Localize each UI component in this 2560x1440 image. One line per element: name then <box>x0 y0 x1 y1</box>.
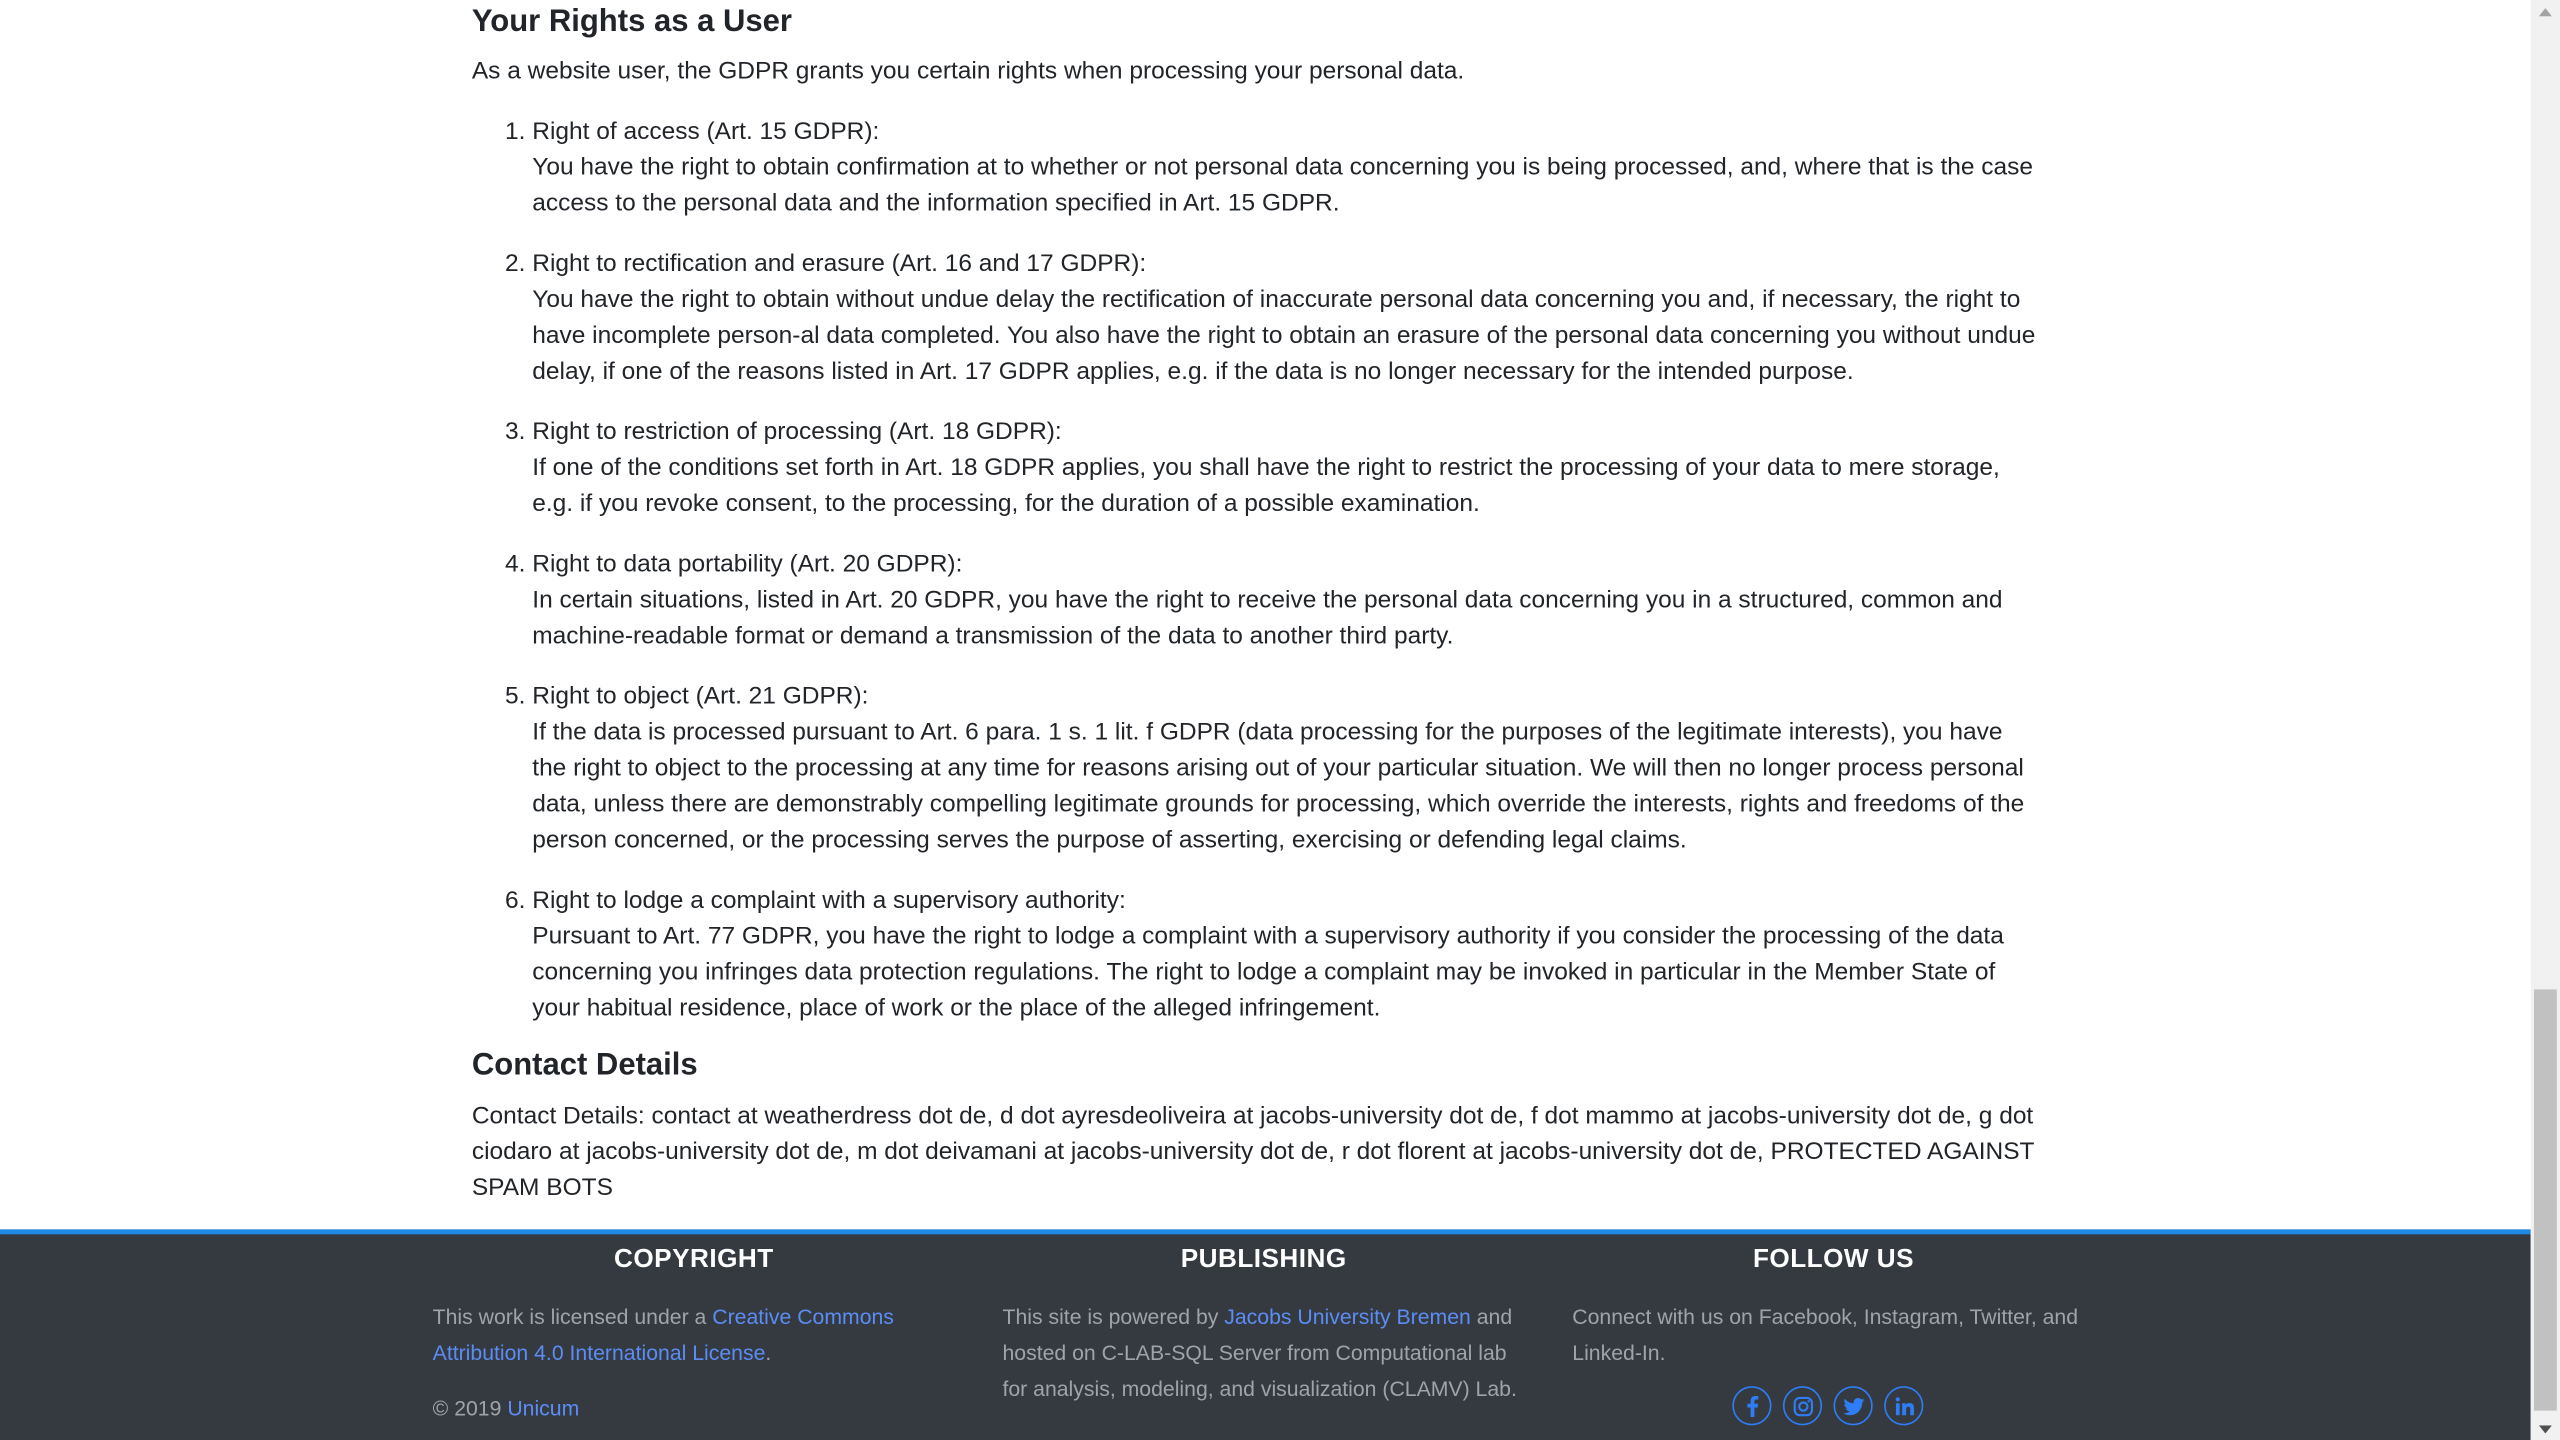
right-text: If one of the conditions set forth in Ar… <box>532 453 2000 518</box>
follow-text: Connect with us on Facebook, Instagram, … <box>1572 1304 2079 1365</box>
facebook-icon[interactable] <box>1732 1386 1772 1426</box>
right-text: You have the right to obtain confirmatio… <box>532 153 2034 218</box>
contact-heading: Contact Details <box>471 1048 698 1083</box>
page-main: Your Rights as a User As a website user,… <box>0 0 2531 1440</box>
list-item: Right to data portability (Art. 20 GDPR)… <box>532 547 2041 655</box>
right-title: Right to rectification and erasure (Art.… <box>532 249 1147 278</box>
right-title: Right to lodge a complaint with a superv… <box>532 886 1126 915</box>
linkedin-glyph <box>1894 1396 1914 1415</box>
license-text-before: This work is licensed under a <box>432 1304 713 1330</box>
chevron-down-icon <box>2538 1424 2552 1433</box>
scrollbar-thumb[interactable] <box>2533 989 2557 1411</box>
list-item: Right of access (Art. 15 GDPR): You have… <box>532 114 2041 222</box>
list-item: Right to object (Art. 21 GDPR): If the d… <box>532 679 2041 859</box>
right-title: Right of access (Art. 15 GDPR): <box>532 117 880 146</box>
twitter-icon[interactable] <box>1833 1386 1873 1426</box>
right-text: You have the right to obtain without und… <box>532 285 2036 386</box>
scroll-down-arrow[interactable] <box>2531 1417 2560 1440</box>
publishing-heading: PUBLISHING <box>1180 1245 1347 1274</box>
instagram-icon[interactable] <box>1782 1386 1823 1426</box>
list-item: Right to rectification and erasure (Art.… <box>532 247 2041 391</box>
right-title: Right to restriction of processing (Art.… <box>532 417 1062 446</box>
linkedin-icon[interactable] <box>1884 1386 1924 1426</box>
rights-heading: Your Rights as a User <box>471 4 792 40</box>
contact-text: Contact Details: contact at weatherdress… <box>471 1102 2035 1202</box>
vertical-scrollbar[interactable] <box>2530 0 2560 1440</box>
social-links <box>1732 1386 1924 1426</box>
twitter-glyph <box>1842 1397 1864 1415</box>
publishing-text: This site is powered by Jacobs Universit… <box>1002 1300 1521 1408</box>
license-text: This work is licensed under a Creative C… <box>433 1300 923 1372</box>
copyright-heading: COPYRIGHT <box>614 1245 774 1274</box>
right-text: In certain situations, listed in Art. 20… <box>532 586 2003 650</box>
list-item: Right to restriction of processing (Art.… <box>532 415 2041 523</box>
license-text-after: . <box>765 1340 772 1365</box>
publishing-text-before: This site is powered by <box>1002 1304 1225 1330</box>
chevron-up-icon <box>2538 7 2552 16</box>
university-link[interactable]: Jacobs University Bremen <box>1224 1305 1471 1329</box>
follow-heading: FOLLOW US <box>1752 1245 1915 1274</box>
right-text: Pursuant to Art. 77 GDPR, you have the r… <box>532 922 2004 1023</box>
instagram-glyph <box>1792 1396 1813 1416</box>
year-text: © 2019 <box>432 1395 508 1421</box>
scroll-up-arrow[interactable] <box>2531 0 2560 23</box>
rights-list: Right of access (Art. 15 GDPR): You have… <box>472 114 2041 1051</box>
owner-link[interactable]: Unicum <box>507 1396 579 1420</box>
rights-intro: As a website user, the GDPR grants you c… <box>471 57 1465 85</box>
copyright-year: © 2019 Unicum <box>433 1391 923 1427</box>
right-title: Right to data portability (Art. 20 GDPR)… <box>532 550 963 578</box>
site-footer: COPYRIGHT This work is licensed under a … <box>0 1229 2531 1440</box>
list-item: Right to lodge a complaint with a superv… <box>532 883 2041 1027</box>
right-title: Right to object (Art. 21 GDPR): <box>532 682 869 711</box>
facebook-glyph <box>1746 1395 1758 1417</box>
right-text: If the data is processed pursuant to Art… <box>532 718 2025 854</box>
